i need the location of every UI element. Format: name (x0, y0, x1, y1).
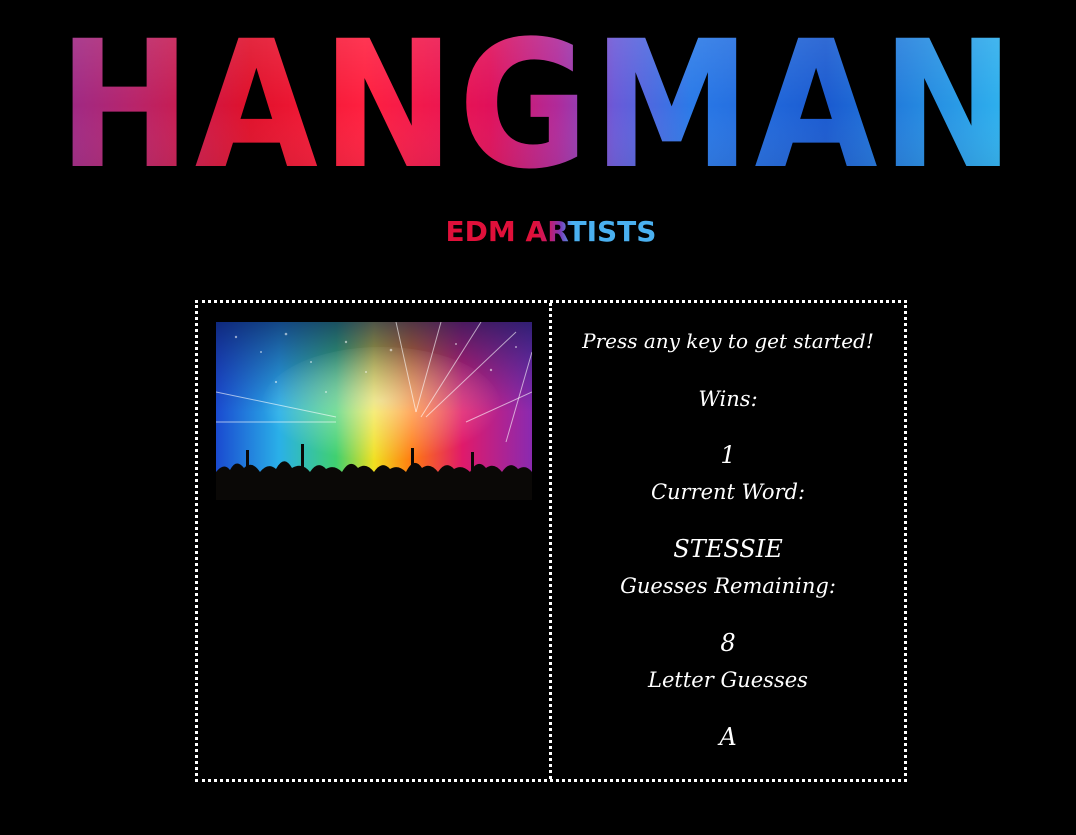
wins-value: 1 (720, 441, 736, 469)
concert-illustration (216, 322, 532, 500)
current-word-label: Current Word: (650, 480, 806, 504)
letter-guesses-value: A (719, 723, 737, 751)
game-title: HANGMAN HANGMAN (0, 0, 1076, 200)
subtitle-text: EDM ARTISTS (446, 215, 657, 248)
title-graphic: HANGMAN HANGMAN (58, 3, 1018, 200)
game-subtitle: EDM ARTISTS (0, 208, 1076, 258)
start-prompt: Press any key to get started! (582, 329, 874, 353)
image-panel (198, 303, 552, 779)
current-word-value: STESSIE (673, 535, 783, 563)
letter-guesses-label: Letter Guesses (648, 668, 808, 692)
guesses-remaining-label: Guesses Remaining: (620, 574, 836, 598)
guesses-remaining-value: 8 (720, 629, 736, 657)
subtitle-graphic: EDM ARTISTS (446, 215, 657, 248)
concert-image (216, 322, 532, 500)
wins-label: Wins: (698, 387, 758, 411)
title-text-sheen: HANGMAN (58, 3, 1018, 200)
game-board: Press any key to get started! Wins: 1 Cu… (195, 300, 907, 782)
stats-panel: Press any key to get started! Wins: 1 Cu… (552, 303, 904, 779)
